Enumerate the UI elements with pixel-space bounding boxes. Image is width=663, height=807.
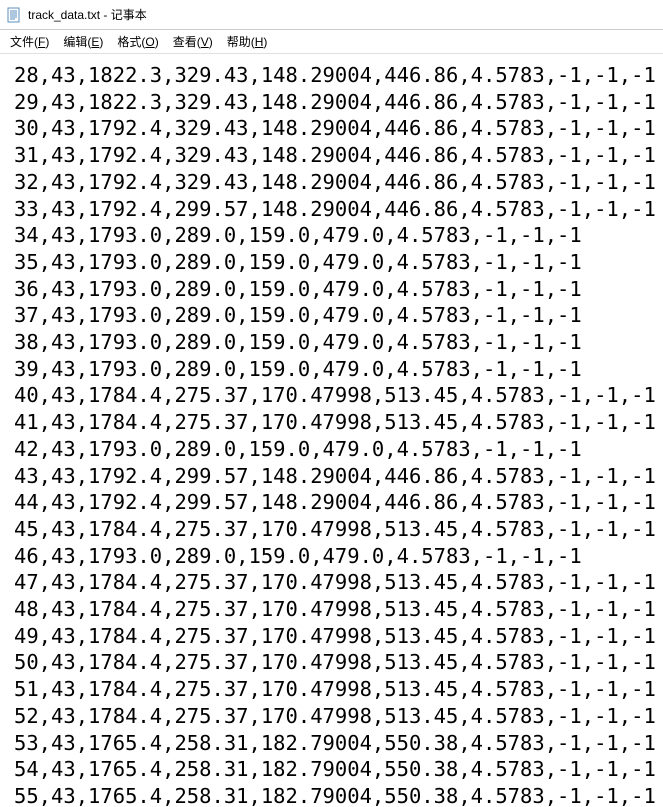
menu-format[interactable]: 格式(O)	[117, 33, 158, 50]
menu-help[interactable]: 帮助(H)	[227, 33, 268, 50]
menu-edit[interactable]: 编辑(E)	[63, 33, 103, 50]
menu-view[interactable]: 查看(V)	[173, 33, 213, 50]
window-title: track_data.txt - 记事本	[28, 6, 147, 23]
menu-file[interactable]: 文件(F)	[10, 33, 49, 50]
menu-bar: 文件(F) 编辑(E) 格式(O) 查看(V) 帮助(H)	[0, 30, 663, 54]
text-area[interactable]: 28,43,1822.3,329.43,148.29004,446.86,4.5…	[0, 54, 663, 807]
notepad-icon	[6, 7, 22, 23]
title-bar: track_data.txt - 记事本	[0, 0, 663, 30]
